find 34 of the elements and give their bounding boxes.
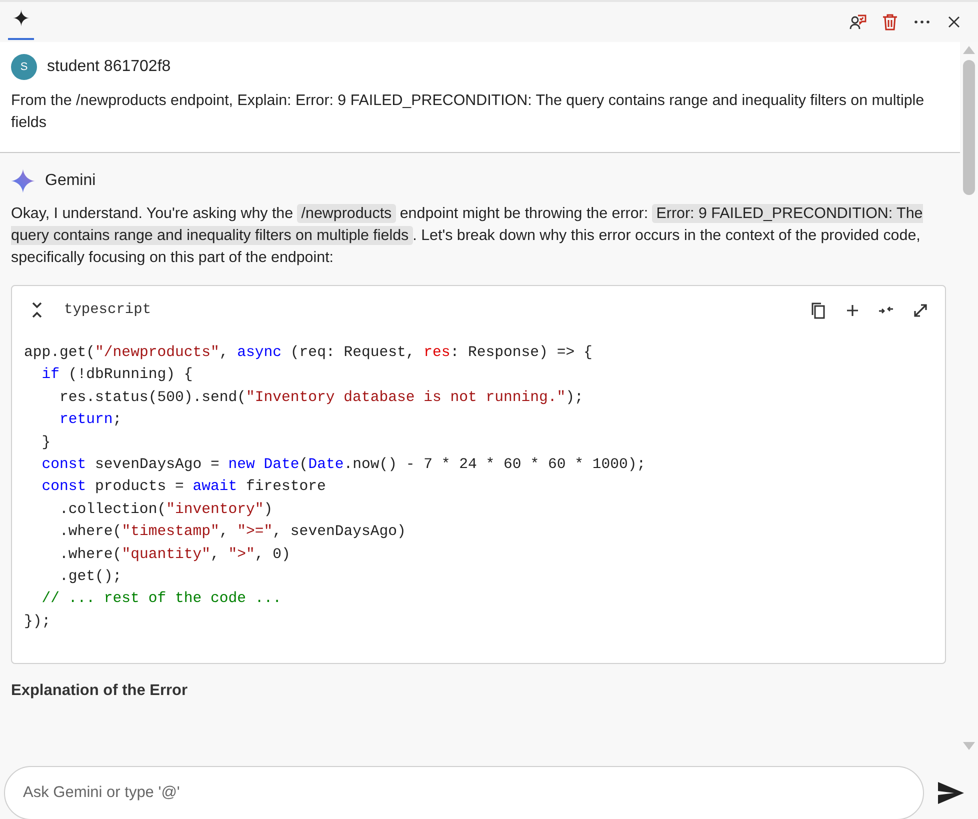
sparkle-icon [11,169,35,193]
more-icon [914,20,930,24]
user-prompt: From the /newproducts endpoint, Explain: Error: 9 FAILED_PRECONDITION: The query contains range and inequality filters on multiple fields [11,91,926,133]
user-avatar: S [11,54,37,80]
scrollbar-thumb[interactable] [963,60,975,195]
collapse-icon [878,304,894,316]
copy-icon [810,302,826,318]
section-heading: Explanation of the Error [11,682,189,700]
code-line: .get(); [58,568,123,588]
gemini-tab[interactable]: ✦ [8,4,34,40]
send-icon [938,782,964,804]
expand-icon [912,302,928,318]
trash-icon [882,13,898,31]
code-line: return; [58,411,123,430]
code-line: res.status(500).send("Inventory database is not running."); [58,388,584,408]
plus-icon [846,304,858,316]
code-language: typescript [64,302,152,318]
code-line: }); [24,612,52,632]
code-line: if (!dbRunning) { [40,366,194,386]
code-line: } [40,434,52,453]
code-line: .where("quantity", ">", 0) [58,546,292,565]
code-line: .collection("inventory") [58,500,274,520]
response-paragraph: Okay, I understand. You're asking why the /newproducts endpoint might be throwing the error: Error: 9 FAILED_PRECONDITION: The query contains range and inequality filters on multiple fields . Let's break down why this error occurs in the context of the provided code, specifically focusing on this part of the endpoint: [11,203,924,268]
chevrons-icon [31,301,43,319]
feedback-icon [849,13,867,31]
assistant-name: Gemini [45,172,96,190]
message-input[interactable]: Ask Gemini or type '@' [4,766,924,819]
code-line: const products = await firestore [40,478,327,498]
user-name: student 861702f8 [47,58,171,76]
code-line: app.get("/newproducts", async (req: Request, res: Response) => { [24,344,594,363]
code-line: // ... rest of the code ... [40,590,283,610]
code-line: .where("timestamp", ">=", sevenDaysAgo) [58,523,407,542]
close-icon [948,16,960,28]
code-line: const sevenDaysAgo = new Date(Date.now() - 7 * 24 * 60 * 60 * 1000); [40,456,647,476]
